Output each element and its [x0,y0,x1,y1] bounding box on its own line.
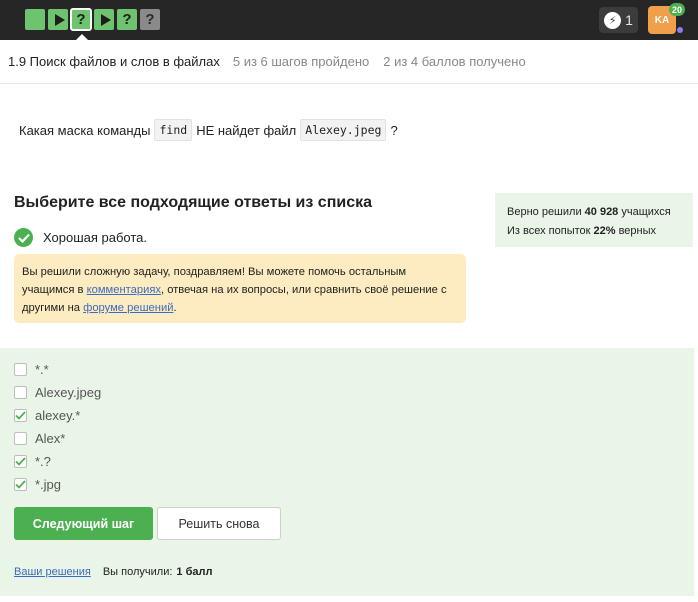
answer-title: Выберите все подходящие ответы из списка [14,194,372,211]
step-video-play-icon[interactable] [48,9,68,30]
received-label: Вы получили: [102,566,173,578]
lightning-icon: ⚡ [604,11,622,29]
lesson-title[interactable]: 1.9 Поиск файлов и слов в файлах [8,54,220,69]
check-circle-icon [14,228,33,247]
checkbox[interactable] [14,363,27,376]
step-video-play-icon[interactable] [94,9,114,30]
option-item[interactable]: *.* [14,362,49,377]
step-quiz-current[interactable]: ? [70,8,92,31]
lesson-header: 1.9 Поиск файлов и слов в файлах 5 из 6 … [0,40,698,84]
received-value: 1 балл [176,566,213,578]
question-text: Какая маска команды find НЕ найдет файл … [19,119,398,141]
checkbox-checked[interactable] [14,478,27,491]
footer: Ваши решения Вы получили: 1 балл [14,566,212,578]
code-filename: Alexey.jpeg [300,119,387,141]
option-item[interactable]: alexey.* [14,408,80,423]
steps-progress: 5 из 6 шагов пройдено [232,54,370,69]
solutions-forum-link[interactable]: форуме решений [83,302,173,314]
checkbox-checked[interactable] [14,455,27,468]
points-progress: 2 из 4 баллов получено [383,54,526,69]
congrats-box: Вы решили сложную задачу, поздравляем! В… [14,254,466,323]
checkbox-checked[interactable] [14,409,27,422]
your-solutions-link[interactable]: Ваши решения [14,566,91,578]
step-quiz-unsolved[interactable]: ? [140,9,160,30]
option-item[interactable]: Alexey.jpeg [14,385,101,400]
retry-button[interactable]: Решить снова [157,507,281,540]
option-item[interactable]: *.? [14,454,51,469]
result-message: Хорошая работа. [14,228,147,247]
stats-solved: Верно решили 40 928 учащихся [507,206,671,218]
option-item[interactable]: *.jpg [14,477,61,492]
top-navigation-bar: ? ? ? ⚡ 1 KA 20 [0,0,698,40]
option-item[interactable]: Alex* [14,431,65,446]
energy-count: 1 [625,12,633,28]
avatar-badge: 20 [669,3,685,16]
step-quiz[interactable]: ? [117,9,137,30]
lesson-steps: ? ? ? [25,8,160,31]
code-find: find [154,119,193,141]
avatar-status-dot [677,27,683,33]
step-text-square[interactable] [25,9,45,30]
comments-link[interactable]: комментариях [87,284,161,296]
options-panel: *.* Alexey.jpeg alexey.* Alex* *.? *.jpg [0,348,694,596]
next-step-button[interactable]: Следующий шаг [14,507,153,540]
checkbox[interactable] [14,432,27,445]
energy-button[interactable]: ⚡ 1 [599,7,638,33]
stats-box: Верно решили 40 928 учащихся Из всех поп… [495,193,693,247]
checkbox[interactable] [14,386,27,399]
stats-attempts: Из всех попыток 22% верных [507,225,657,237]
